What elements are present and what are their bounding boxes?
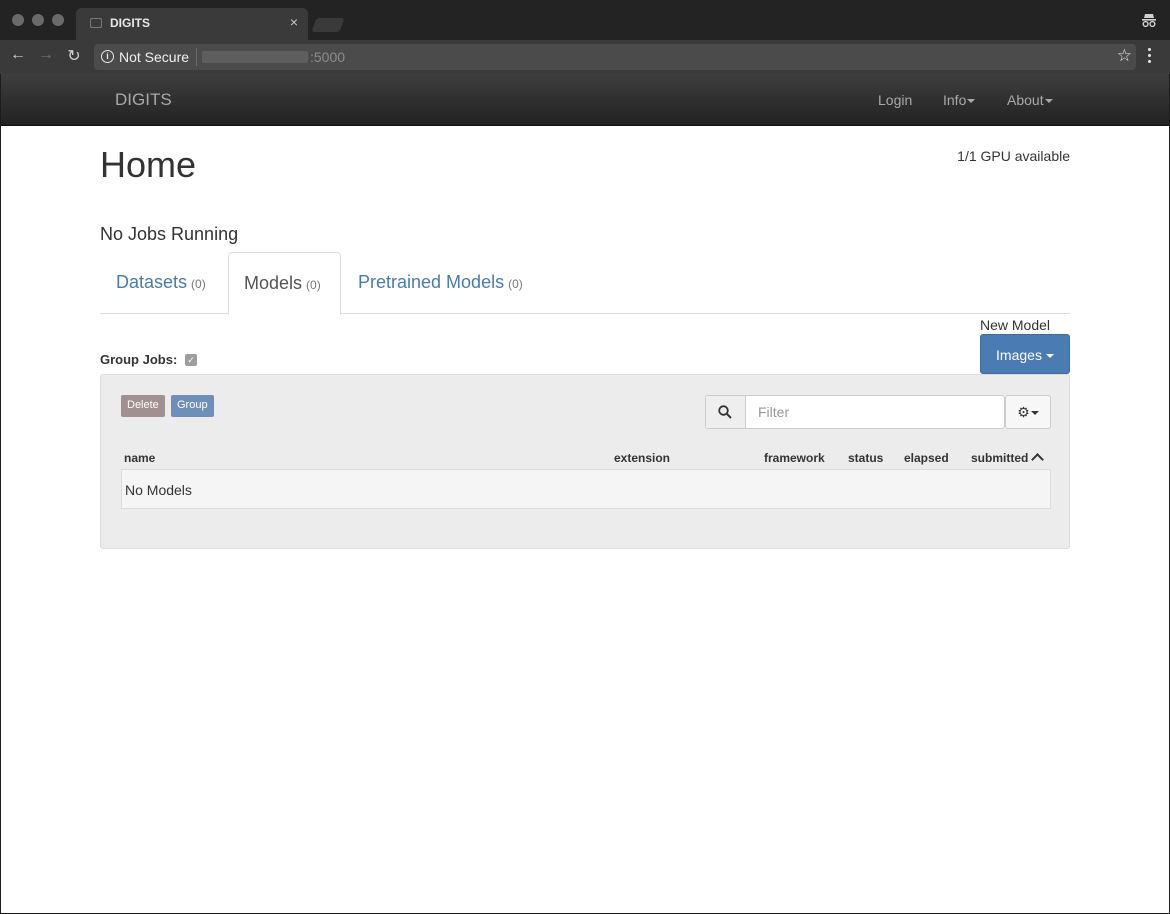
models-panel: Delete Group ⚙ name extension framework … (100, 374, 1070, 549)
tab-models-label: Models (244, 273, 303, 293)
tab-models[interactable]: Models (0) (228, 252, 341, 315)
sort-ascending-icon (1031, 453, 1045, 466)
redacted-host (202, 51, 308, 63)
security-indicator[interactable]: Not Secure (119, 49, 189, 65)
tab-pretrained-label: Pretrained Models (358, 272, 505, 292)
window-close-dot[interactable] (12, 14, 24, 26)
caret-down-icon (1044, 99, 1053, 104)
nav-info-label: Info (943, 92, 967, 108)
brand-link[interactable]: DIGITS (115, 90, 172, 110)
url-port: :5000 (310, 49, 346, 65)
browser-toolbar: ← → ↻ i Not Secure :5000 ☆ (0, 40, 1170, 74)
caret-down-icon (967, 99, 976, 104)
images-button-label: Images (996, 347, 1042, 363)
column-header-name[interactable]: name (124, 451, 155, 465)
incognito-icon (1142, 14, 1156, 28)
job-type-tabs: Datasets (0) Models (0) Pretrained Models(… (100, 252, 1070, 315)
gpu-status: 1/1 GPU available (957, 148, 1070, 164)
page-viewport: DIGITS Login Info About Home 1/1 GPU ava… (1, 74, 1169, 913)
tab-pretrained-models[interactable]: Pretrained Models (0) (341, 252, 551, 314)
tab-datasets[interactable]: Datasets (0) (100, 252, 228, 314)
delete-button[interactable]: Delete (121, 395, 165, 417)
caret-down-icon (1030, 411, 1039, 416)
jobs-status: No Jobs Running (100, 224, 239, 244)
filter-box (705, 395, 1005, 429)
nav-about-dropdown[interactable]: About (1007, 92, 1053, 108)
group-button[interactable]: Group (171, 395, 214, 417)
back-icon[interactable]: ← (8, 46, 28, 64)
column-header-status[interactable]: status (848, 451, 883, 465)
nav-about-label: About (1007, 92, 1044, 108)
tab-datasets-label: Datasets (116, 272, 188, 292)
nav-login-link[interactable]: Login (878, 92, 912, 108)
page-title: Home (100, 144, 197, 185)
tab-datasets-count: (0) (191, 277, 206, 291)
window-minimize-dot[interactable] (32, 14, 44, 26)
column-header-extension[interactable]: extension (614, 451, 670, 465)
tab-pretrained-count: (0) (508, 277, 523, 291)
column-header-framework[interactable]: framework (764, 451, 825, 465)
filter-input[interactable] (750, 397, 1000, 427)
address-bar[interactable]: i Not Secure :5000 ☆ (94, 44, 1136, 70)
tab-close-icon[interactable]: × (290, 14, 298, 30)
new-model-label: New Model (980, 317, 1051, 333)
browser-menu-icon[interactable] (1148, 48, 1152, 66)
info-icon[interactable]: i (101, 50, 114, 63)
column-submitted-label: submitted (971, 451, 1029, 465)
group-jobs-label: Group Jobs: (100, 352, 178, 367)
column-settings-button[interactable]: ⚙ (1005, 395, 1051, 429)
window-zoom-dot[interactable] (52, 14, 64, 26)
tab-models-count: (0) (306, 278, 321, 292)
browser-tab-digits[interactable]: DIGITS × (76, 8, 308, 40)
new-model-images-button[interactable]: Images (980, 334, 1070, 374)
reload-icon[interactable]: ↻ (64, 46, 84, 66)
site-navbar: DIGITS Login Info About (1, 74, 1169, 126)
search-addon (706, 396, 746, 428)
nav-info-dropdown[interactable]: Info (943, 92, 976, 108)
group-jobs-checkbox[interactable]: ✓ (185, 354, 197, 366)
page-icon (90, 18, 102, 28)
gear-icon: ⚙ (1017, 404, 1030, 420)
search-icon (718, 405, 732, 419)
caret-down-icon (1045, 354, 1054, 359)
nav-login-label: Login (878, 92, 913, 108)
browser-tab-title: DIGITS (110, 16, 151, 30)
browser-tab-strip: DIGITS × (0, 0, 1170, 40)
table-empty-row: No Models (121, 469, 1051, 509)
column-header-elapsed[interactable]: elapsed (904, 451, 949, 465)
forward-icon[interactable]: → (36, 46, 56, 64)
column-header-submitted[interactable]: submitted (971, 451, 1045, 466)
new-tab-button[interactable] (311, 18, 345, 32)
address-divider (196, 48, 197, 66)
bookmark-star-icon[interactable]: ☆ (1117, 46, 1132, 66)
